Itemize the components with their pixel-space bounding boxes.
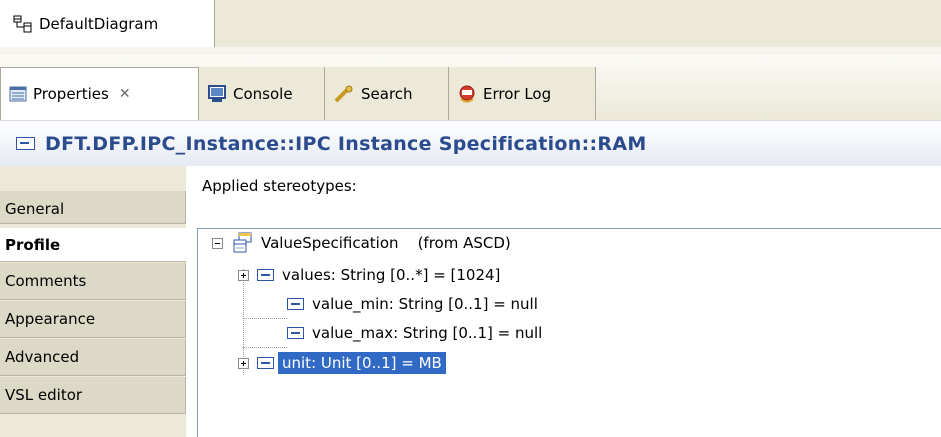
tree-item-label: value_max: String [0..1] = null [312,324,543,342]
tree-item-value-min[interactable]: value_min: String [0..1] = null [287,290,538,318]
tree-item-label: value_min: String [0..1] = null [312,295,538,313]
section-tab-general[interactable]: General [0,191,186,224]
tree-connector [243,347,287,348]
close-icon[interactable]: ✕ [119,86,131,102]
tree-item-unit[interactable]: unit: Unit [0..1] = MB [238,349,446,377]
section-tab-comments-label: Comments [5,272,87,290]
section-tab-advanced[interactable]: Advanced [0,339,186,376]
section-tab-vsl-editor-label: VSL editor [5,386,83,404]
applied-stereotypes-label: Applied stereotypes: [202,177,357,195]
tree-item-label: values: String [0..*] = [1024] [282,266,501,284]
editor-tab-filler [215,0,941,47]
tab-error-log-label: Error Log [483,84,552,103]
section-tab-appearance-label: Appearance [5,310,96,328]
tree-root-item[interactable]: ValueSpecification (from ASCD) [212,229,511,257]
tree-item-value-max[interactable]: value_max: String [0..1] = null [287,319,542,347]
section-tab-profile[interactable]: Profile [0,228,186,262]
expand-icon[interactable] [238,357,249,369]
editor-tab-strip: DefaultDiagram [0,0,941,47]
section-tab-advanced-label: Advanced [5,348,80,366]
tab-search-label: Search [361,84,413,103]
section-tab-vsl-editor[interactable]: VSL editor [0,377,186,414]
section-tab-appearance[interactable]: Appearance [0,301,186,338]
properties-icon [9,86,27,102]
tab-error-log[interactable]: Error Log [449,67,596,120]
tree-connector [243,318,287,319]
expand-icon[interactable] [238,269,249,281]
properties-title-bar: DFT.DFP.IPC_Instance::IPC Instance Speci… [0,120,941,166]
separator [0,47,941,55]
view-tab-strip: Properties ✕ Console Search Error Log [0,55,941,120]
stereotype-tree[interactable]: ValueSpecification (from ASCD) values: S… [197,228,941,437]
property-icon [257,357,274,369]
search-icon [334,85,353,102]
section-tab-general-label: General [5,200,65,218]
diagram-icon [13,15,32,32]
section-tabs: General Profile Comments Appearance Adva… [0,166,186,437]
editor-tab-label: DefaultDiagram [39,14,159,33]
tab-properties-label: Properties [33,85,109,103]
property-icon [287,298,304,310]
property-icon [287,327,304,339]
property-icon [257,269,274,281]
tab-properties[interactable]: Properties ✕ [0,67,199,120]
tree-item-values[interactable]: values: String [0..*] = [1024] [238,261,500,289]
tab-console[interactable]: Console [199,67,325,120]
stereotype-icon [233,232,252,253]
console-icon [208,84,226,102]
section-tab-profile-label: Profile [5,235,61,254]
tree-root-label: ValueSpecification (from ASCD) [261,234,511,252]
section-tab-comments[interactable]: Comments [0,263,186,300]
tab-console-label: Console [233,84,293,103]
property-icon [16,137,35,150]
collapse-icon[interactable] [212,237,223,249]
profile-content: Applied stereotypes: ValueSpecification … [186,166,941,437]
page-title: DFT.DFP.IPC_Instance::IPC Instance Speci… [45,132,647,155]
error-log-icon [459,85,475,102]
tree-item-label-selected: unit: Unit [0..1] = MB [278,352,446,374]
editor-tab-default-diagram[interactable]: DefaultDiagram [0,0,215,47]
tab-search[interactable]: Search [325,67,449,120]
